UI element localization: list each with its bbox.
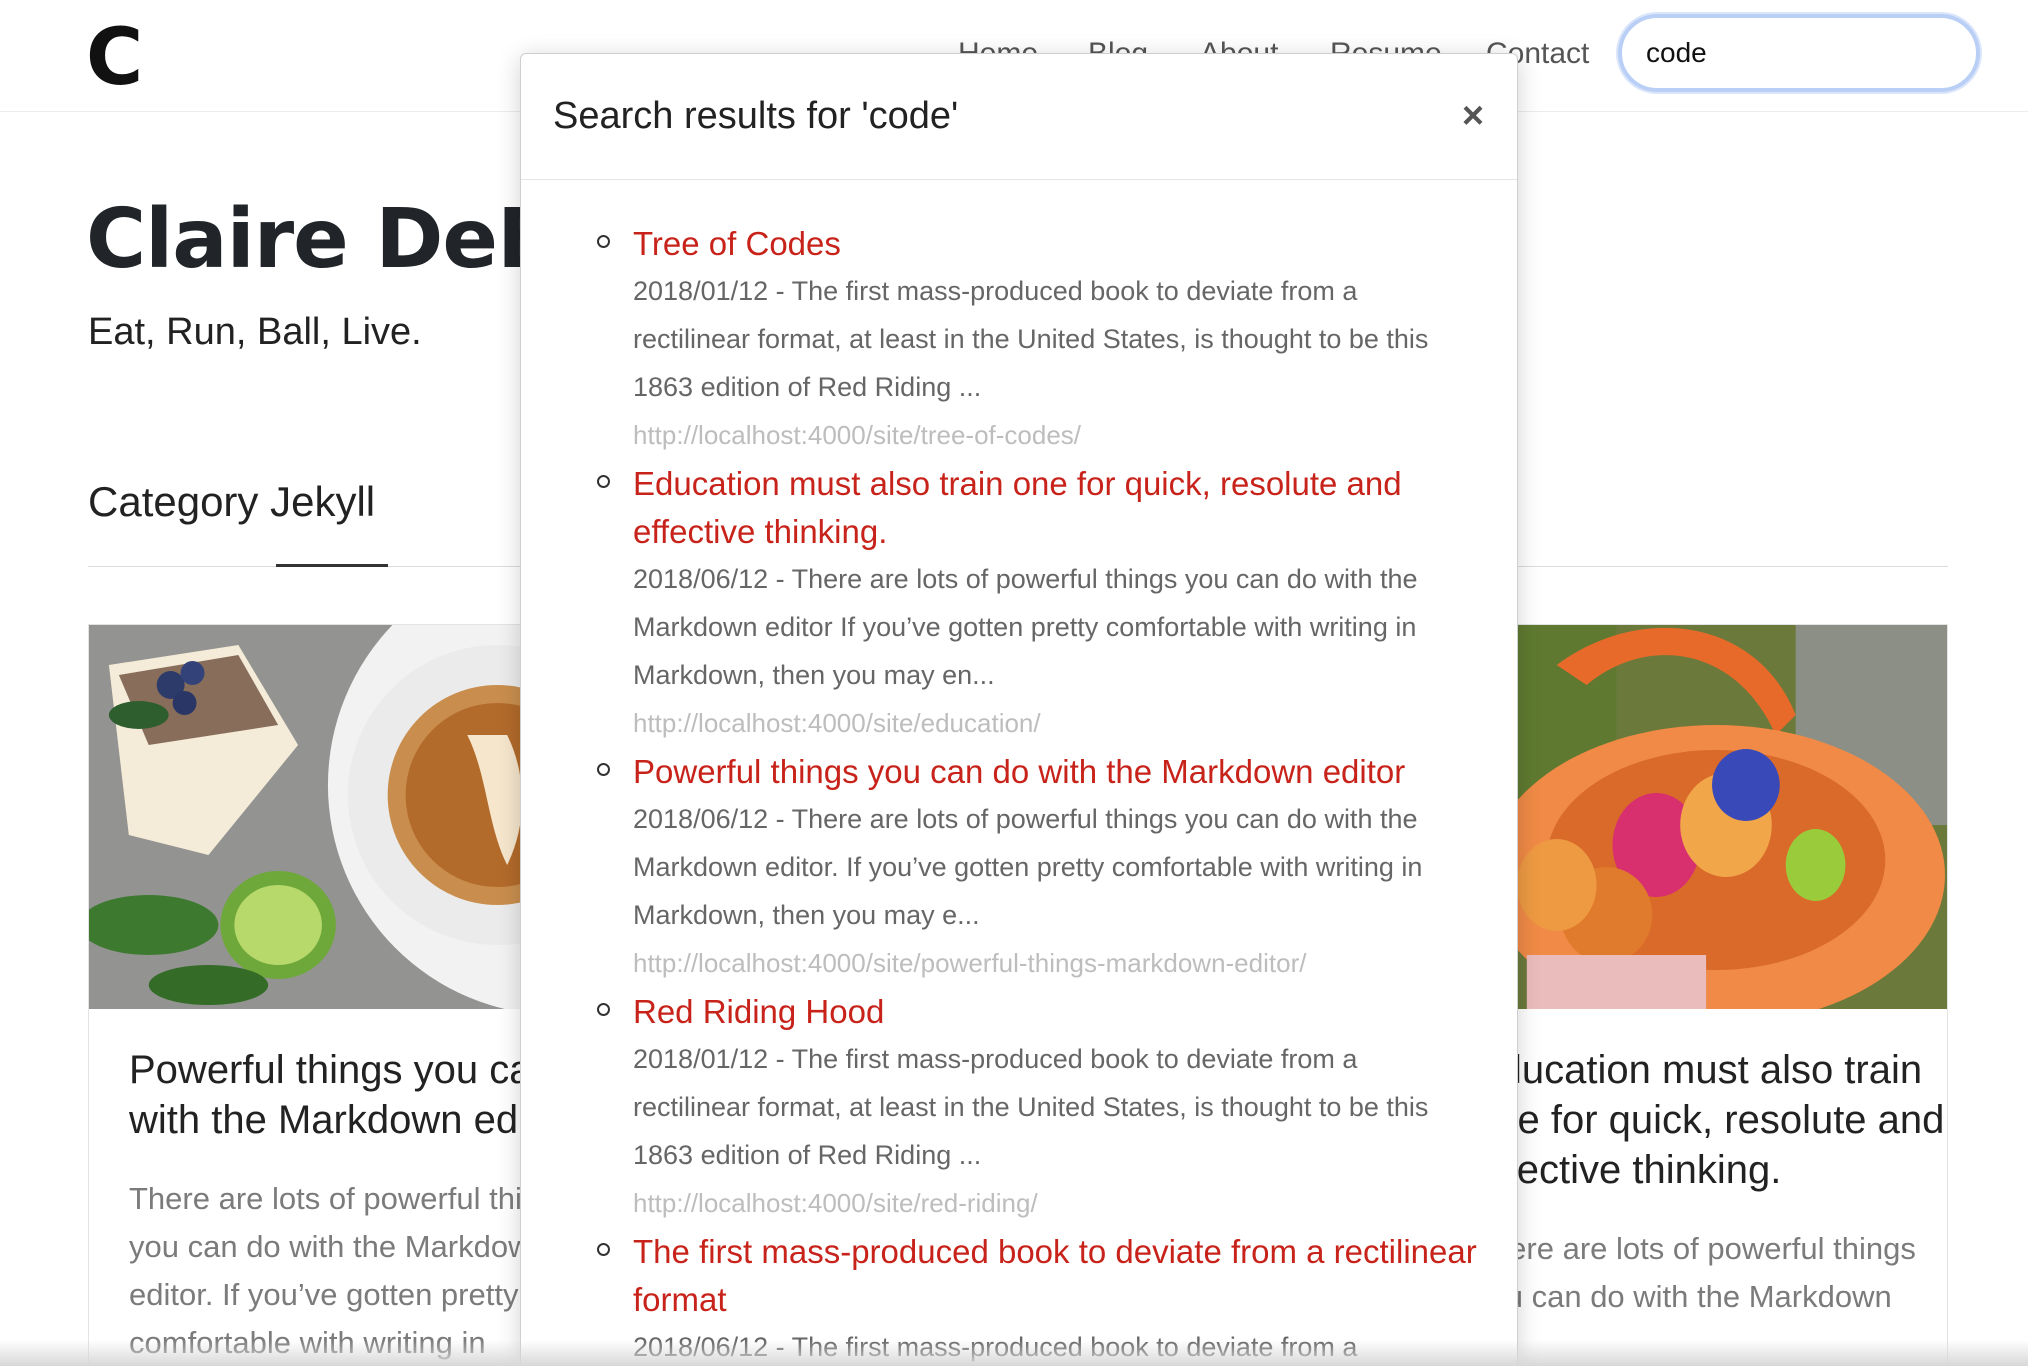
search-box[interactable]: [1618, 14, 1980, 92]
bullet-icon: [597, 1243, 610, 1256]
card-excerpt-line: you can do with the Markdown: [129, 1229, 538, 1264]
category-divider-accent: [276, 564, 388, 567]
result-title[interactable]: format: [633, 1276, 1493, 1324]
result-snippet-line: 2018/06/12 - There are lots of powerful …: [633, 804, 1418, 834]
result-title[interactable]: Tree of Codes: [633, 220, 1493, 268]
result-snippet-line: 1863 edition of Red Riding ...: [633, 1140, 982, 1170]
result-title[interactable]: The first mass-produced book to deviate …: [633, 1228, 1493, 1276]
card-excerpt-line: editor. If you’ve gotten pretty: [129, 1277, 519, 1312]
result-snippet-line: Markdown, then you may en...: [633, 660, 995, 690]
result-snippet-line: 2018/01/12 - The first mass-produced boo…: [633, 1044, 1358, 1074]
bullet-icon: [597, 475, 610, 488]
result-title[interactable]: Education must also train one for quick,…: [633, 460, 1493, 508]
card-title-line[interactable]: effective thinking.: [1497, 1145, 1781, 1195]
bullet-icon: [597, 235, 610, 248]
result-url[interactable]: http://localhost:4000/site/education/: [633, 705, 1473, 741]
result-snippet-line: 1863 edition of Red Riding ...: [633, 372, 982, 402]
result-snippet-line: Markdown editor If you’ve gotten pretty …: [633, 612, 1417, 642]
result-snippet-line: 2018/06/12 - There are lots of powerful …: [633, 564, 1418, 594]
card-excerpt-line: There are lots of powerful things: [129, 1181, 538, 1216]
modal-title: Search results for 'code': [553, 95, 959, 137]
bullet-icon: [597, 1003, 610, 1016]
search-input[interactable]: [1646, 34, 1946, 72]
card-excerpt-line: There are lots of powerful things: [1496, 1231, 1916, 1266]
result-title[interactable]: effective thinking.: [633, 508, 1493, 556]
post-card-education[interactable]: Education must also train one for quick,…: [1496, 624, 1948, 1366]
bullet-icon: [597, 763, 610, 776]
result-title[interactable]: Red Riding Hood: [633, 988, 1493, 1036]
category-title: Category Jekyll: [88, 478, 376, 525]
result-url[interactable]: http://localhost:4000/site/powerful-thin…: [633, 945, 1473, 981]
result-snippet-line: rectilinear format, at least in the Unit…: [633, 1092, 1429, 1122]
card-excerpt-line: you can do with the Markdown: [1496, 1279, 1892, 1314]
result-snippet-line: Markdown, then you may e...: [633, 900, 980, 930]
card-title-line[interactable]: Education must also train: [1497, 1045, 1922, 1095]
result-snippet-line: 2018/01/12 - The first mass-produced boo…: [633, 276, 1358, 306]
result-url[interactable]: http://localhost:4000/site/red-riding/: [633, 1185, 1473, 1221]
result-snippet-line: rectilinear format, at least in the Unit…: [633, 324, 1429, 354]
result-url[interactable]: http://localhost:4000/site/tree-of-codes…: [633, 417, 1473, 453]
viewport-bottom-shadow: [0, 1340, 2028, 1366]
post-card-markdown[interactable]: Powerful things you can do with the Mark…: [88, 624, 538, 1366]
easter-basket-image[interactable]: [1497, 625, 1947, 1009]
brand-logo[interactable]: C: [86, 14, 143, 102]
card-title-line[interactable]: Powerful things you can do: [129, 1045, 537, 1095]
result-snippet-line: Markdown editor. If you’ve gotten pretty…: [633, 852, 1423, 882]
modal-header: Search results for 'code' ×: [521, 54, 1517, 180]
card-title-line[interactable]: one for quick, resolute and: [1497, 1095, 1944, 1145]
hero-subtitle: Eat, Run, Ball, Live.: [88, 311, 422, 353]
card-title-line[interactable]: with the Markdown editor: [129, 1095, 537, 1145]
result-title[interactable]: Powerful things you can do with the Mark…: [633, 748, 1493, 796]
close-icon[interactable]: ×: [1451, 94, 1495, 138]
coffee-cake-image[interactable]: [89, 625, 537, 1009]
search-results-modal: Search results for 'code' × Tree of Code…: [520, 53, 1518, 1366]
